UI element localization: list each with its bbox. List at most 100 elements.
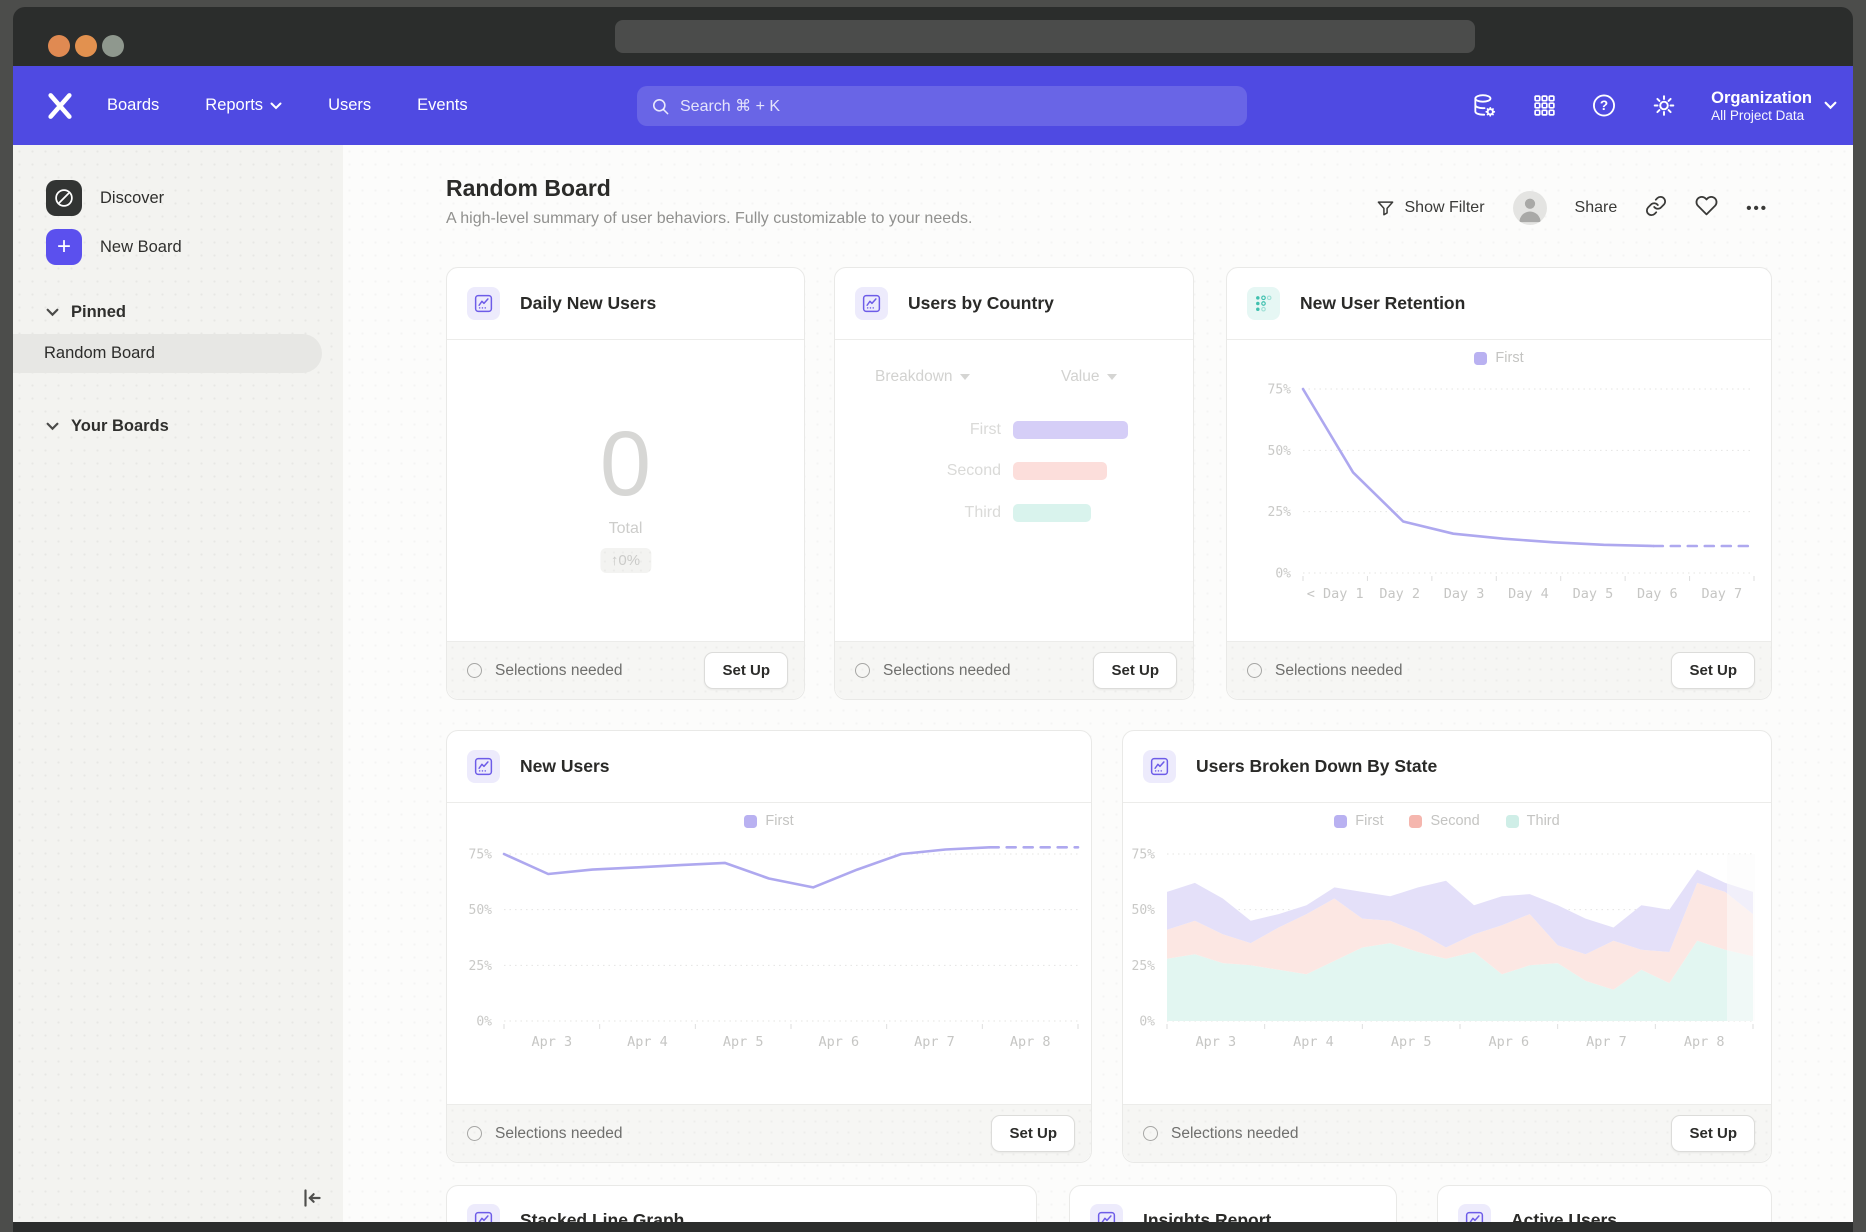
status-circle-icon: [467, 663, 482, 678]
set-up-button[interactable]: Set Up: [991, 1115, 1075, 1152]
show-filter-button[interactable]: Show Filter: [1376, 199, 1485, 218]
card-footer: Selections needed Set Up: [447, 1104, 1091, 1162]
set-up-button[interactable]: Set Up: [1671, 652, 1755, 689]
chart-legend: First: [447, 813, 1091, 829]
nav-item-reports[interactable]: Reports: [205, 96, 282, 115]
svg-text:Apr 4: Apr 4: [1293, 1034, 1334, 1050]
data-management-icon[interactable]: [1471, 93, 1497, 119]
svg-text:25%: 25%: [1132, 959, 1156, 974]
nav-item-users[interactable]: Users: [328, 96, 371, 115]
legend-swatch: [1409, 815, 1422, 828]
card-title: Active Users: [1511, 1210, 1617, 1222]
card-footer: Selections needed Set Up: [835, 641, 1193, 699]
svg-text:Day 2: Day 2: [1379, 586, 1420, 602]
nav-item-boards[interactable]: Boards: [107, 96, 159, 115]
card-users-by-country: Users by Country Breakdown Value First S…: [834, 267, 1194, 700]
gear-icon[interactable]: [1651, 93, 1677, 119]
svg-text:Apr 8: Apr 8: [1684, 1034, 1725, 1050]
copy-link-icon[interactable]: [1645, 195, 1667, 222]
svg-text:25%: 25%: [1268, 505, 1292, 520]
card-title: Stacked Line Graph: [520, 1210, 684, 1222]
svg-text:Apr 3: Apr 3: [532, 1034, 573, 1050]
svg-text:75%: 75%: [1132, 848, 1156, 863]
compass-icon: [46, 180, 82, 216]
status-circle-icon: [1143, 1126, 1158, 1141]
collapse-sidebar-icon[interactable]: [299, 1185, 327, 1213]
svg-text:?: ?: [1600, 98, 1608, 113]
status-circle-icon: [1247, 663, 1262, 678]
svg-text:Apr 3: Apr 3: [1196, 1034, 1237, 1050]
status-circle-icon: [855, 663, 870, 678]
search-icon: [651, 97, 670, 116]
chevron-down-icon: [1107, 374, 1117, 380]
person-icon: [1513, 191, 1547, 225]
sidebar-item-discover[interactable]: Discover: [46, 180, 164, 216]
search-input[interactable]: Search ⌘ + K: [637, 86, 1247, 126]
svg-text:25%: 25%: [469, 959, 493, 974]
card-header: New User Retention: [1227, 268, 1771, 340]
svg-text:Apr 5: Apr 5: [1391, 1034, 1432, 1050]
value-dropdown[interactable]: Value: [1061, 368, 1117, 386]
card-stacked-line-graph: Stacked Line Graph: [446, 1185, 1037, 1222]
card-insights-report: Insights Report: [1069, 1185, 1397, 1222]
chart-legend: First Second Third: [1123, 813, 1771, 829]
sidebar-item-random-board[interactable]: Random Board: [13, 334, 322, 373]
window-titlebar: [13, 7, 1853, 66]
card-footer: Selections needed Set Up: [1227, 641, 1771, 699]
svg-text:50%: 50%: [1132, 903, 1156, 918]
insights-chart-icon: [1090, 1204, 1123, 1222]
nav-item-events[interactable]: Events: [417, 96, 467, 115]
card-new-users: New Users First 75%50%25%0%Apr 3Apr 4Apr…: [446, 730, 1092, 1163]
insights-chart-icon: [467, 287, 500, 320]
apps-grid-icon[interactable]: [1531, 93, 1557, 119]
svg-text:0%: 0%: [1275, 567, 1291, 582]
window-minimize-button[interactable]: [75, 35, 97, 57]
sidebar-section-pinned[interactable]: Pinned: [46, 303, 126, 322]
favorite-heart-icon[interactable]: [1695, 194, 1718, 222]
insights-chart-icon: [467, 1204, 500, 1222]
nav-items: Boards Reports Users Events: [107, 96, 468, 115]
svg-text:Apr 5: Apr 5: [723, 1034, 764, 1050]
avatar[interactable]: [1513, 191, 1547, 225]
svg-text:< Day 1: < Day 1: [1307, 586, 1364, 602]
more-options-icon[interactable]: •••: [1746, 200, 1768, 217]
chevron-down-icon: [270, 102, 282, 110]
help-icon[interactable]: ?: [1591, 93, 1617, 119]
card-active-users: Active Users: [1437, 1185, 1772, 1222]
card-title: New User Retention: [1300, 293, 1465, 314]
card-title: New Users: [520, 756, 610, 777]
status-text: Selections needed: [1275, 662, 1671, 680]
svg-text:Apr 7: Apr 7: [1586, 1034, 1627, 1050]
status-text: Selections needed: [495, 1125, 991, 1143]
org-project: All Project Data: [1711, 108, 1812, 123]
metric-value: 0: [447, 418, 804, 510]
legend-item: First: [1334, 813, 1383, 829]
set-up-button[interactable]: Set Up: [1093, 652, 1177, 689]
filter-icon: [1376, 199, 1395, 218]
insights-chart-icon: [467, 750, 500, 783]
window-close-button[interactable]: [48, 35, 70, 57]
svg-text:Apr 6: Apr 6: [819, 1034, 860, 1050]
url-bar[interactable]: [615, 20, 1475, 53]
sidebar-item-new-board[interactable]: + New Board: [46, 229, 182, 265]
window-zoom-button[interactable]: [102, 35, 124, 57]
sidebar-section-your-boards[interactable]: Your Boards: [46, 417, 169, 436]
nav-right-controls: ? Organization All Project Data: [1471, 66, 1837, 145]
share-button[interactable]: Share: [1575, 199, 1618, 217]
set-up-button[interactable]: Set Up: [704, 652, 788, 689]
breakdown-dropdown[interactable]: Breakdown: [875, 368, 970, 386]
mixpanel-logo-icon[interactable]: [44, 90, 76, 122]
svg-text:75%: 75%: [469, 848, 493, 863]
chevron-down-icon: [960, 374, 970, 380]
chart-legend: First: [1227, 350, 1771, 366]
card-new-user-retention: New User Retention First 75%50%25%0%< Da…: [1226, 267, 1772, 700]
search-placeholder: Search ⌘ + K: [680, 96, 780, 116]
org-switcher[interactable]: Organization All Project Data: [1711, 88, 1837, 124]
svg-text:50%: 50%: [469, 903, 493, 918]
card-header: New Users: [447, 731, 1091, 803]
new-users-line-chart: 75%50%25%0%Apr 3Apr 4Apr 5Apr 6Apr 7Apr …: [456, 839, 1086, 1061]
bar-first: [1013, 421, 1128, 439]
svg-text:Apr 8: Apr 8: [1010, 1034, 1051, 1050]
set-up-button[interactable]: Set Up: [1671, 1115, 1755, 1152]
svg-text:0%: 0%: [1139, 1015, 1155, 1030]
